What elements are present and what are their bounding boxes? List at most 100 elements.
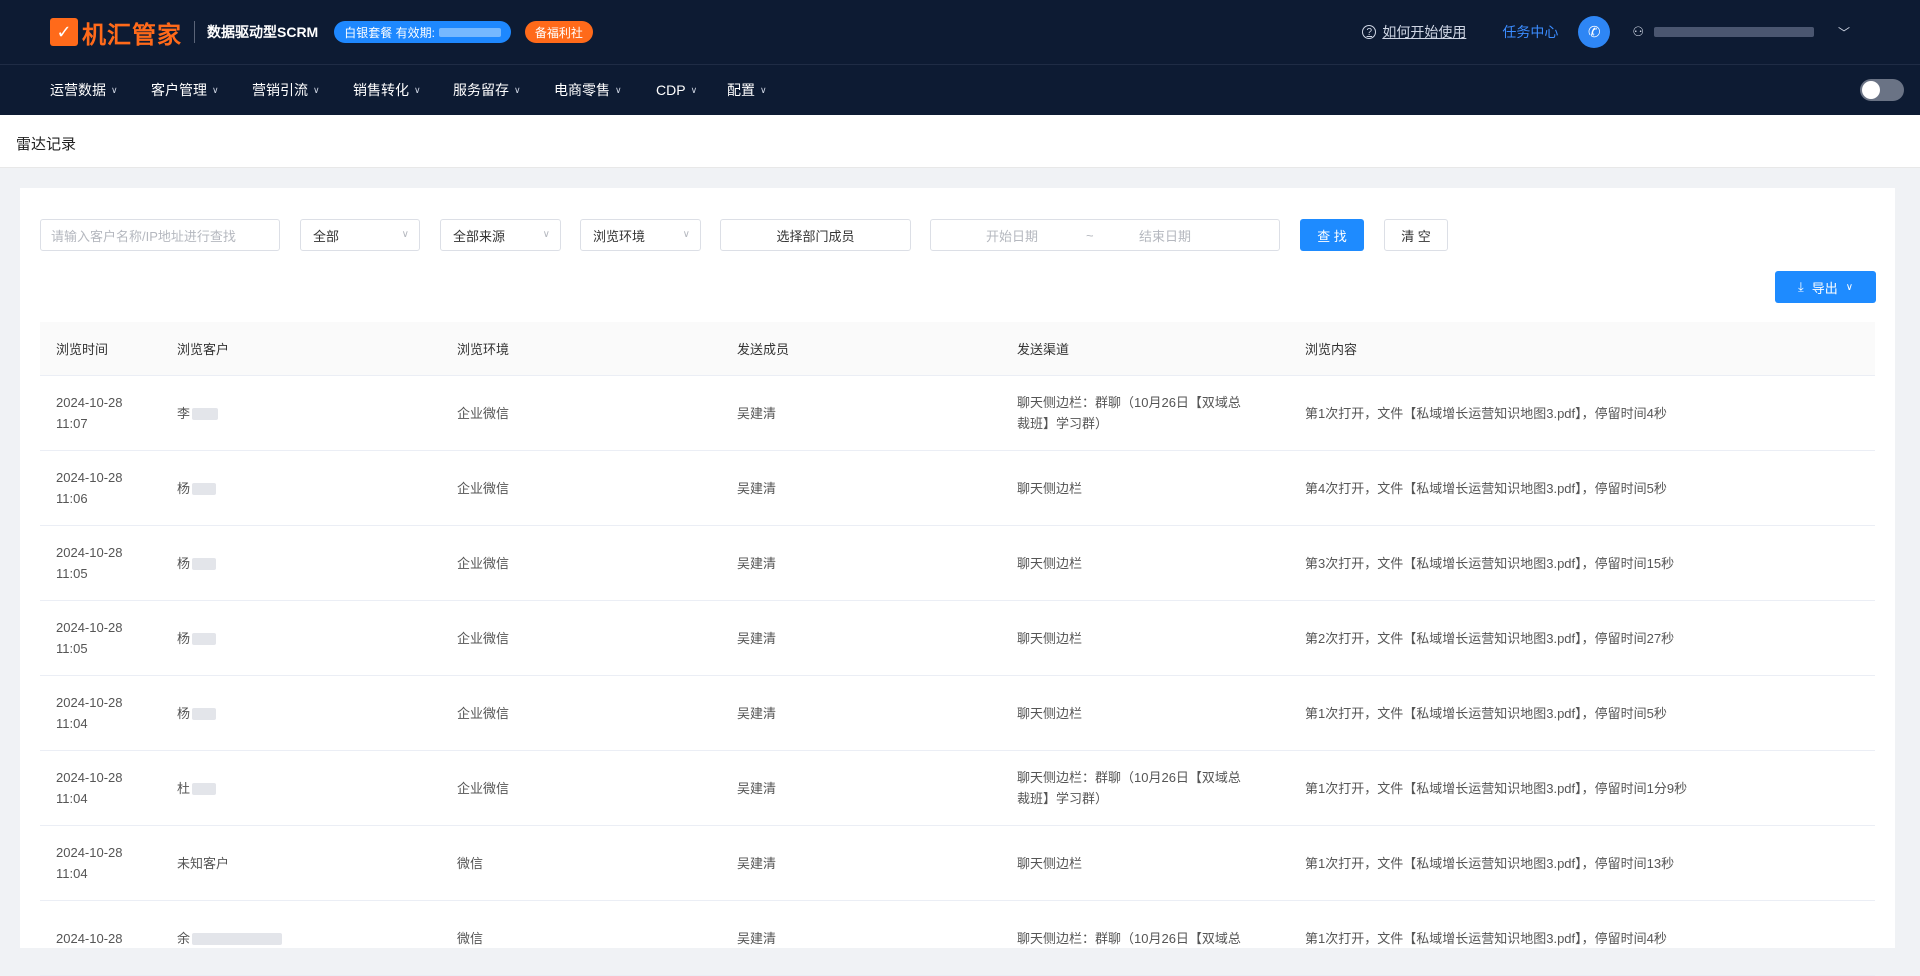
cell-env: 企业微信 (457, 555, 510, 571)
col-header-customer: 浏览客户 (177, 342, 230, 357)
user-name-masked[interactable] (1653, 27, 1814, 37)
date-separator: ~ (1086, 227, 1094, 243)
chevron-down-icon: ∨ (615, 84, 622, 95)
type-select[interactable]: 全部 ∨ (300, 219, 420, 251)
cell-time: 2024-10-28 11:04 (56, 770, 123, 806)
masked-name (192, 633, 217, 646)
chevron-down-icon: ∨ (212, 84, 219, 95)
cell-customer[interactable]: 杜 (161, 778, 441, 799)
phone-icon: ✆ (1588, 24, 1601, 41)
cell-channel: 聊天侧边栏 (1017, 855, 1083, 871)
chevron-down-icon[interactable]: ﹀ (1838, 24, 1850, 41)
table-row[interactable]: 2024-10-28 11:06 杨 企业微信 吴建清 聊天侧边栏 第4次打开，文… (40, 451, 1875, 526)
top-bar: ✓ 机汇管家 数据驱动型SCRM 白银套餐 有效期: 备福利社 ? 如何开始使用… (0, 0, 1920, 64)
member-select-label: 选择部门成员 (776, 228, 855, 244)
nav-item-operations[interactable]: 运营数据 ∨ (50, 80, 118, 100)
nav-item-customers[interactable]: 客户管理 ∨ (151, 80, 219, 100)
nav-item-marketing[interactable]: 营销引流 ∨ (252, 80, 320, 100)
nav-label: 营销引流 (252, 82, 308, 98)
env-select-value: 浏览环境 (593, 228, 646, 244)
chevron-down-icon: ∨ (682, 229, 690, 240)
nav-label: 服务留存 (453, 82, 509, 98)
chevron-down-icon: ∨ (514, 84, 521, 95)
theme-toggle[interactable] (1860, 79, 1904, 101)
cell-member: 吴建清 (737, 855, 777, 871)
start-date-placeholder: 开始日期 (986, 228, 1039, 244)
package-label: 白银套餐 有效期: (344, 25, 435, 40)
cell-customer[interactable]: 杨 (161, 628, 441, 649)
nav-label: 运营数据 (50, 82, 106, 98)
export-label: 导出 (1811, 280, 1838, 296)
cell-member: 吴建清 (737, 780, 777, 796)
type-select-value: 全部 (313, 228, 340, 244)
nav-item-sales[interactable]: 销售转化 ∨ (353, 80, 421, 100)
cell-member: 吴建清 (737, 705, 777, 721)
chevron-down-icon: ∨ (111, 84, 118, 95)
help-link[interactable]: ? 如何开始使用 (1362, 22, 1466, 42)
cell-member: 吴建清 (737, 480, 777, 496)
nav-item-ecommerce[interactable]: 电商零售 ∨ (554, 80, 622, 100)
page-header: 雷达记录 (0, 115, 1920, 168)
phone-button[interactable]: ✆ (1578, 16, 1611, 48)
cell-member: 吴建清 (737, 930, 777, 946)
date-range-picker[interactable]: 开始日期 ~ 结束日期 (930, 219, 1280, 251)
cell-customer[interactable]: 余 (161, 928, 441, 949)
toggle-knob (1862, 81, 1880, 99)
table-row[interactable]: 2024-10-28 11:04 未知客户 微信 吴建清 聊天侧边栏 第1次打开，… (40, 826, 1875, 901)
member-select[interactable]: 选择部门成员 (720, 219, 911, 251)
export-button[interactable]: ⤓ 导出 ∨ (1775, 271, 1876, 303)
col-header-channel: 发送渠道 (1017, 342, 1070, 357)
nav-label: 客户管理 (151, 82, 207, 98)
col-header-time: 浏览时间 (56, 342, 109, 357)
cell-env: 企业微信 (457, 405, 510, 421)
search-button[interactable]: 查 找 (1300, 219, 1364, 251)
chevron-down-icon: ∨ (313, 84, 320, 95)
masked-name (192, 483, 217, 496)
table-row[interactable]: 2024-10-28 11:04 杜 企业微信 吴建清 聊天侧边栏：群聊（10月2… (40, 751, 1875, 826)
chevron-down-icon: ∨ (690, 84, 698, 95)
cell-content: 第3次打开，文件【私域增长运营知识地图3.pdf】，停留时间15秒 (1305, 555, 1675, 571)
nav-item-config[interactable]: 配置 ∨ (727, 80, 767, 100)
source-select[interactable]: 全部来源 ∨ (440, 219, 561, 251)
masked-name (192, 933, 283, 946)
content-card: 请输入客户名称/IP地址进行查找 全部 ∨ 全部来源 ∨ 浏览环境 ∨ 选择部门… (20, 188, 1895, 976)
cell-customer[interactable]: 杨 (161, 478, 441, 499)
cell-content: 第1次打开，文件【私域增长运营知识地图3.pdf】，停留时间13秒 (1305, 855, 1675, 871)
clear-button[interactable]: 清 空 (1384, 219, 1448, 251)
search-input[interactable]: 请输入客户名称/IP地址进行查找 (40, 219, 280, 251)
env-select[interactable]: 浏览环境 ∨ (580, 219, 701, 251)
cell-env: 企业微信 (457, 480, 510, 496)
welfare-label: 备福利社 (534, 25, 583, 40)
task-center-link[interactable]: 任务中心 (1502, 22, 1558, 42)
package-badge[interactable]: 白银套餐 有效期: (334, 21, 511, 43)
cell-content: 第1次打开，文件【私域增长运营知识地图3.pdf】，停留时间1分9秒 (1305, 780, 1688, 796)
end-date-placeholder: 结束日期 (1139, 228, 1192, 244)
cell-customer[interactable]: 杨 (161, 553, 441, 574)
table-row[interactable]: 2024-10-28 11:05 杨 企业微信 吴建清 聊天侧边栏 第3次打开，文… (40, 526, 1875, 601)
brand-logo[interactable]: ✓ 机汇管家 (50, 15, 182, 50)
expiry-date-masked (438, 27, 501, 37)
cell-channel: 聊天侧边栏 (1017, 705, 1083, 721)
nav-item-cdp[interactable]: CDP ∨ (656, 82, 697, 98)
table-row[interactable]: 2024-10-28 余 微信 吴建清 聊天侧边栏：群聊（10月26日【双域总 … (40, 901, 1875, 976)
col-header-member: 发送成员 (737, 342, 790, 357)
cell-customer[interactable]: 未知客户 (161, 853, 441, 874)
cell-customer[interactable]: 李 (161, 403, 441, 424)
nav-item-retention[interactable]: 服务留存 ∨ (453, 80, 521, 100)
nav-label: 配置 (727, 82, 755, 98)
product-subtitle: 数据驱动型SCRM (207, 24, 319, 40)
cell-member: 吴建清 (737, 555, 777, 571)
cell-member: 吴建清 (737, 630, 777, 646)
table-row[interactable]: 2024-10-28 11:04 杨 企业微信 吴建清 聊天侧边栏 第1次打开，文… (40, 676, 1875, 751)
welfare-badge[interactable]: 备福利社 (524, 21, 593, 43)
nav-label: CDP (656, 82, 686, 98)
search-placeholder: 请输入客户名称/IP地址进行查找 (51, 228, 236, 244)
cell-time: 2024-10-28 (56, 930, 123, 946)
cell-time: 2024-10-28 11:07 (56, 395, 123, 431)
cell-customer[interactable]: 杨 (161, 703, 441, 724)
cell-env: 企业微信 (457, 705, 510, 721)
cell-content: 第4次打开，文件【私域增长运营知识地图3.pdf】，停留时间5秒 (1305, 480, 1667, 496)
logo-check-icon: ✓ (50, 18, 78, 46)
table-row[interactable]: 2024-10-28 11:05 杨 企业微信 吴建清 聊天侧边栏 第2次打开，文… (40, 601, 1875, 676)
table-row[interactable]: 2024-10-28 11:07 李 企业微信 吴建清 聊天侧边栏：群聊（10月2… (40, 376, 1875, 451)
